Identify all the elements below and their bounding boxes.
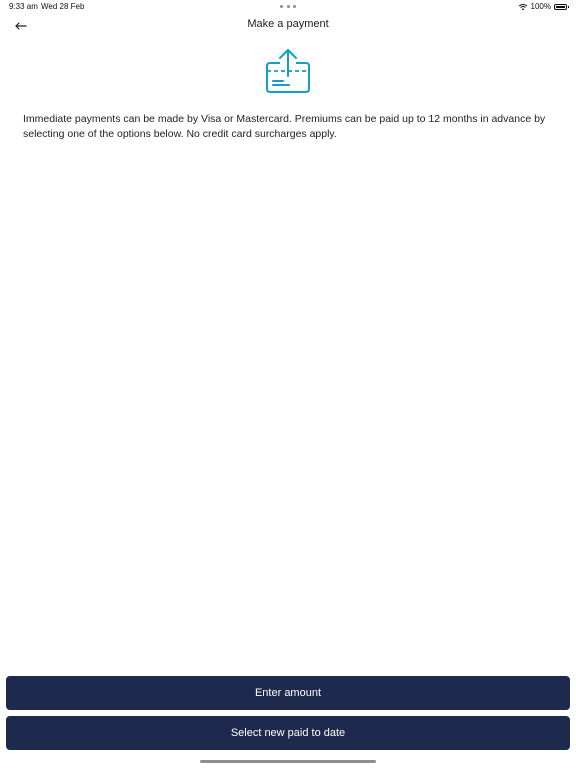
battery-icon: [554, 3, 569, 10]
payment-instructions: Immediate payments can be made by Visa o…: [23, 113, 546, 140]
multitasking-dot: [280, 5, 283, 8]
status-bar: 9:33 am Wed 28 Feb 100%: [0, 0, 576, 14]
select-new-paid-to-date-label: Select new paid to date: [230, 727, 346, 739]
multitasking-dots-icon[interactable]: [280, 5, 296, 9]
multitasking-dot: [286, 5, 290, 8]
status-indicators: 100%: [518, 2, 569, 11]
home-indicator[interactable]: [200, 760, 376, 763]
enter-amount-button[interactable]: Enter amount: [6, 676, 570, 710]
select-new-paid-to-date-button[interactable]: Select new paid to date: [6, 716, 570, 750]
enter-amount-label: Enter amount: [254, 687, 322, 699]
wifi-icon: [518, 3, 527, 10]
battery-level: [556, 5, 565, 8]
multitasking-dot: [293, 5, 296, 8]
status-date: Wed 28 Feb: [41, 2, 85, 11]
status-time: 9:33 am: [9, 2, 38, 11]
battery-percentage: 100%: [530, 2, 551, 11]
navigation-bar: Make a payment: [0, 14, 576, 38]
card-upload-icon: [266, 49, 310, 93]
page-title: Make a payment: [247, 18, 329, 30]
